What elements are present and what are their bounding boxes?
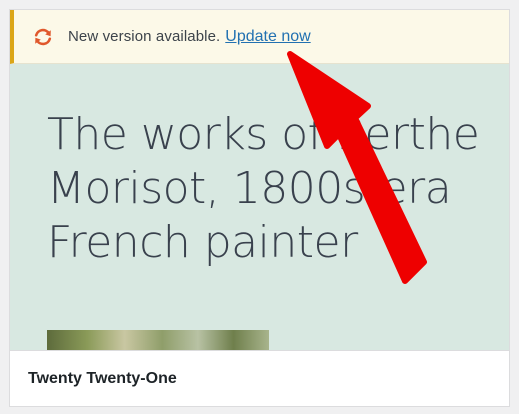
theme-screenshot[interactable]: The works of Berthe Morisot, 1800s-era F… (10, 64, 509, 350)
update-now-link[interactable]: Update now (225, 28, 310, 46)
preview-painting-image (47, 330, 269, 350)
theme-name: Twenty Twenty-One (28, 369, 177, 387)
notice-message: New version available. (68, 28, 221, 45)
theme-name-bar: Twenty Twenty-One (10, 350, 509, 406)
theme-card[interactable]: New version available. Update now The wo… (9, 9, 510, 407)
update-icon (32, 26, 54, 48)
update-notice: New version available. Update now (10, 10, 509, 64)
preview-heading: The works of Berthe Morisot, 1800s-era F… (47, 109, 480, 268)
